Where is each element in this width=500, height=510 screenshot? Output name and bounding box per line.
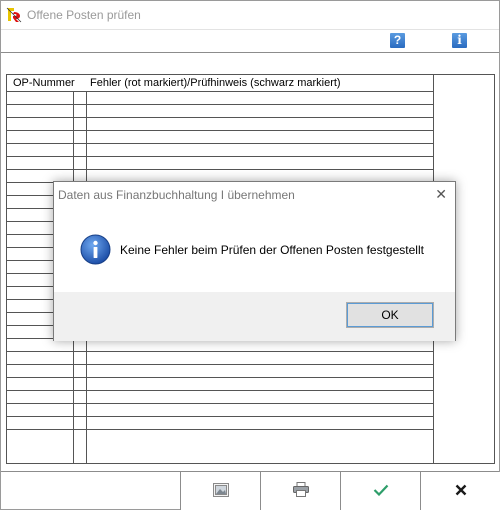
toolbar: ? i xyxy=(1,29,499,53)
cross-icon xyxy=(455,484,467,499)
preview-icon xyxy=(212,482,229,500)
dialog-body: Keine Fehler beim Prüfen der Offenen Pos… xyxy=(54,212,455,292)
print-button[interactable] xyxy=(260,472,340,510)
table-row[interactable] xyxy=(7,131,433,144)
table-row[interactable] xyxy=(7,352,433,365)
bottom-button-bar xyxy=(1,471,500,510)
table-row[interactable] xyxy=(7,118,433,131)
table-row[interactable] xyxy=(7,417,433,430)
information-icon xyxy=(80,234,111,265)
window-title: Offene Posten prüfen xyxy=(27,8,141,22)
dialog-message: Keine Fehler beim Prüfen der Offenen Pos… xyxy=(120,243,424,257)
table-row[interactable] xyxy=(7,378,433,391)
dialog-title: Daten aus Finanzbuchhaltung I übernehmen xyxy=(58,188,295,202)
app-logo-icon xyxy=(5,6,23,24)
info-icon[interactable]: i xyxy=(452,33,467,48)
table-row[interactable] xyxy=(7,365,433,378)
table-row[interactable] xyxy=(7,404,433,417)
dialog-footer: OK xyxy=(54,292,455,341)
preview-button[interactable] xyxy=(180,472,260,510)
help-icon[interactable]: ? xyxy=(390,33,405,48)
column-header-fehler[interactable]: Fehler (rot markiert)/Prüfhinweis (schwa… xyxy=(90,77,341,89)
table-row[interactable] xyxy=(7,92,433,105)
ok-button[interactable]: OK xyxy=(346,302,434,328)
table-row[interactable] xyxy=(7,391,433,404)
checkmark-icon xyxy=(373,484,389,499)
message-dialog: Daten aus Finanzbuchhaltung I übernehmen… xyxy=(53,181,456,341)
printer-icon xyxy=(292,482,309,500)
close-icon[interactable]: ✕ xyxy=(435,186,447,202)
grid-header: OP-Nummer Fehler (rot markiert)/Prüfhinw… xyxy=(7,75,433,92)
confirm-button[interactable] xyxy=(340,472,420,510)
title-bar: Offene Posten prüfen xyxy=(1,1,499,29)
table-row[interactable] xyxy=(7,157,433,170)
table-row[interactable] xyxy=(7,144,433,157)
cancel-button[interactable] xyxy=(420,472,500,510)
table-row[interactable] xyxy=(7,105,433,118)
column-header-op-nummer[interactable]: OP-Nummer xyxy=(13,77,75,89)
